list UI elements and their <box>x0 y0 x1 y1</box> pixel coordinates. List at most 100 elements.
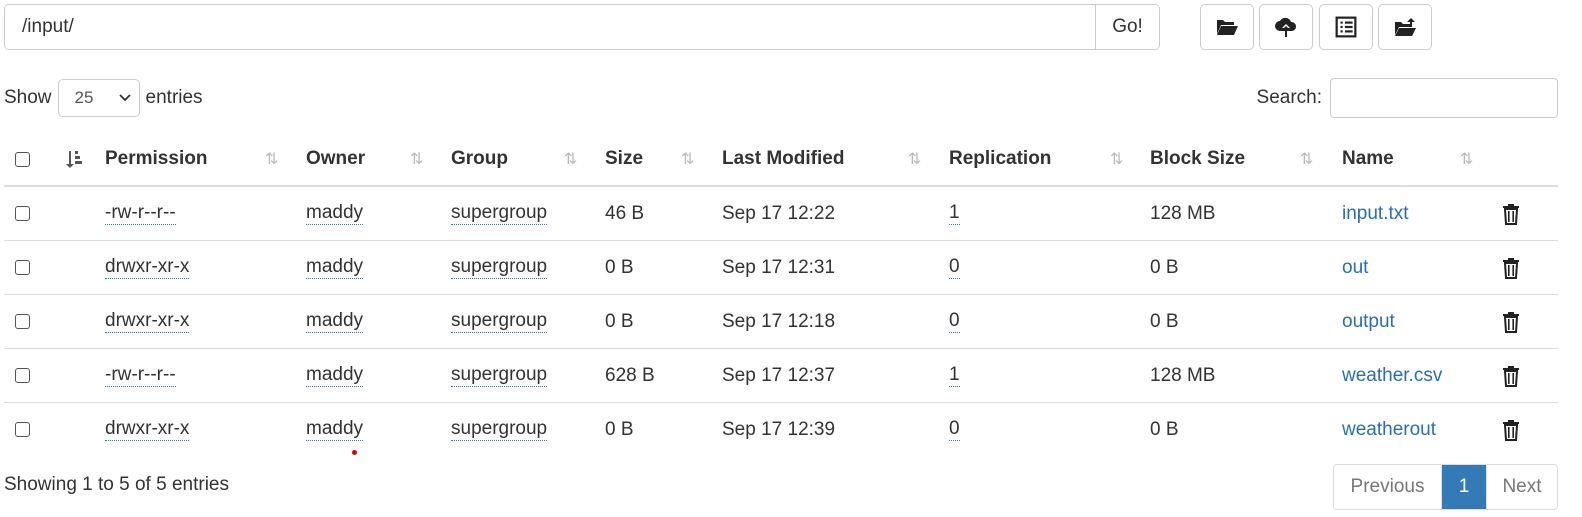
modified-value: Sep 17 12:22 <box>722 202 836 224</box>
open-folder-icon <box>1216 20 1238 35</box>
row-checkbox[interactable] <box>15 368 30 383</box>
permission-value[interactable]: -rw-r--r-- <box>105 202 176 225</box>
sort-icon[interactable]: ⇅ <box>1460 133 1473 185</box>
file-name-link[interactable]: weather.csv <box>1342 349 1442 402</box>
delete-button[interactable] <box>1502 187 1520 240</box>
permission-value[interactable]: -rw-r--r-- <box>105 364 176 387</box>
delete-button[interactable] <box>1502 241 1520 294</box>
group-value[interactable]: supergroup <box>451 256 548 279</box>
owner-value[interactable]: maddy <box>306 310 364 333</box>
header-permission[interactable]: Permission <box>105 133 207 185</box>
file-table: Permission ⇅ Owner ⇅ Group ⇅ Size ⇅ Last… <box>4 133 1558 456</box>
row-checkbox[interactable] <box>15 314 30 329</box>
table-row: drwxr-xr-x maddy supergroup 0 B Sep 17 1… <box>4 403 1558 456</box>
replication-value[interactable]: 0 <box>949 418 960 441</box>
sort-icon[interactable]: ⇅ <box>410 133 423 185</box>
replication-value[interactable]: 1 <box>949 202 960 225</box>
replication-value[interactable]: 1 <box>949 364 960 387</box>
replication-value[interactable]: 0 <box>949 310 960 333</box>
search-input[interactable] <box>1330 78 1558 118</box>
entries-select-value: 25 <box>74 88 94 107</box>
row-checkbox[interactable] <box>15 260 30 275</box>
size-value: 628 B <box>605 364 655 386</box>
row-checkbox[interactable] <box>15 206 30 221</box>
go-button[interactable]: Go! <box>1095 5 1159 49</box>
delete-button[interactable] <box>1502 403 1520 456</box>
owner-value[interactable]: maddy <box>306 202 364 225</box>
block-size-value: 0 B <box>1150 310 1179 332</box>
sort-icon[interactable]: ⇅ <box>564 133 577 185</box>
header-last-modified[interactable]: Last Modified <box>722 133 844 185</box>
permission-value[interactable]: drwxr-xr-x <box>105 310 190 333</box>
trash-icon <box>1503 257 1519 279</box>
owner-value[interactable]: maddy <box>306 256 364 279</box>
list-view-icon <box>1335 16 1357 38</box>
row-checkbox[interactable] <box>15 422 30 437</box>
table-info: Showing 1 to 5 of 5 entries <box>4 474 229 495</box>
move-folder-icon <box>1394 18 1416 36</box>
select-all-checkbox[interactable] <box>15 151 30 167</box>
length-menu: Show 25 entries <box>4 78 203 118</box>
group-value[interactable]: supergroup <box>451 310 548 333</box>
file-name-link[interactable]: input.txt <box>1342 187 1409 240</box>
sort-icon[interactable]: ⇅ <box>1110 133 1123 185</box>
block-size-value: 0 B <box>1150 256 1179 278</box>
trash-icon <box>1503 203 1519 225</box>
table-row: -rw-r--r-- maddy supergroup 628 B Sep 17… <box>4 349 1558 403</box>
table-row: drwxr-xr-x maddy supergroup 0 B Sep 17 1… <box>4 241 1558 295</box>
search-label: Search: <box>1256 87 1322 108</box>
sort-icon[interactable]: ⇅ <box>908 133 921 185</box>
owner-value[interactable]: maddy <box>306 418 364 441</box>
upload-button[interactable] <box>1259 4 1313 50</box>
modified-value: Sep 17 12:31 <box>722 256 836 278</box>
sort-icon[interactable]: ⇅ <box>681 133 694 185</box>
file-name-link[interactable]: output <box>1342 295 1395 348</box>
sort-column[interactable] <box>64 133 84 185</box>
file-name-link[interactable]: weatherout <box>1342 403 1436 456</box>
next-button[interactable]: Next <box>1486 465 1557 509</box>
search-area: Search: <box>1257 78 1558 118</box>
header-group[interactable]: Group <box>451 133 508 185</box>
entries-label: entries <box>145 87 203 108</box>
table-row: drwxr-xr-x maddy supergroup 0 B Sep 17 1… <box>4 295 1558 349</box>
delete-button[interactable] <box>1502 295 1520 348</box>
select-all-cell <box>15 133 30 185</box>
trash-icon <box>1503 311 1519 333</box>
pagination: Previous 1 Next <box>1333 464 1558 510</box>
modified-value: Sep 17 12:18 <box>722 310 836 332</box>
permission-value[interactable]: drwxr-xr-x <box>105 418 190 441</box>
sort-ascending-icon <box>66 151 82 168</box>
owner-value[interactable]: maddy <box>306 364 364 387</box>
group-value[interactable]: supergroup <box>451 364 548 387</box>
block-size-value: 128 MB <box>1150 202 1216 224</box>
block-size-value: 128 MB <box>1150 364 1216 386</box>
file-name-link[interactable]: out <box>1342 241 1368 294</box>
path-input[interactable] <box>5 5 1095 49</box>
header-owner[interactable]: Owner <box>306 133 365 185</box>
modified-value: Sep 17 12:37 <box>722 364 836 386</box>
open-folder-button[interactable] <box>1200 4 1254 50</box>
header-block-size[interactable]: Block Size <box>1150 133 1245 185</box>
list-view-button[interactable] <box>1319 4 1373 50</box>
trash-icon <box>1503 419 1519 441</box>
previous-button[interactable]: Previous <box>1334 465 1442 509</box>
group-value[interactable]: supergroup <box>451 418 548 441</box>
group-value[interactable]: supergroup <box>451 202 548 225</box>
cursor-dot <box>352 450 357 455</box>
replication-value[interactable]: 0 <box>949 256 960 279</box>
size-value: 0 B <box>605 310 634 332</box>
move-folder-button[interactable] <box>1378 4 1432 50</box>
sort-icon[interactable]: ⇅ <box>1300 133 1313 185</box>
header-size[interactable]: Size <box>605 133 643 185</box>
page-1-button[interactable]: 1 <box>1442 465 1486 509</box>
size-value: 0 B <box>605 418 634 440</box>
size-value: 46 B <box>605 202 645 224</box>
header-name[interactable]: Name <box>1342 133 1394 185</box>
header-replication[interactable]: Replication <box>949 133 1051 185</box>
path-bar: Go! <box>4 4 1160 50</box>
block-size-value: 0 B <box>1150 418 1179 440</box>
sort-icon[interactable]: ⇅ <box>265 133 278 185</box>
delete-button[interactable] <box>1502 349 1520 402</box>
entries-select[interactable]: 25 <box>57 79 140 117</box>
permission-value[interactable]: drwxr-xr-x <box>105 256 190 279</box>
